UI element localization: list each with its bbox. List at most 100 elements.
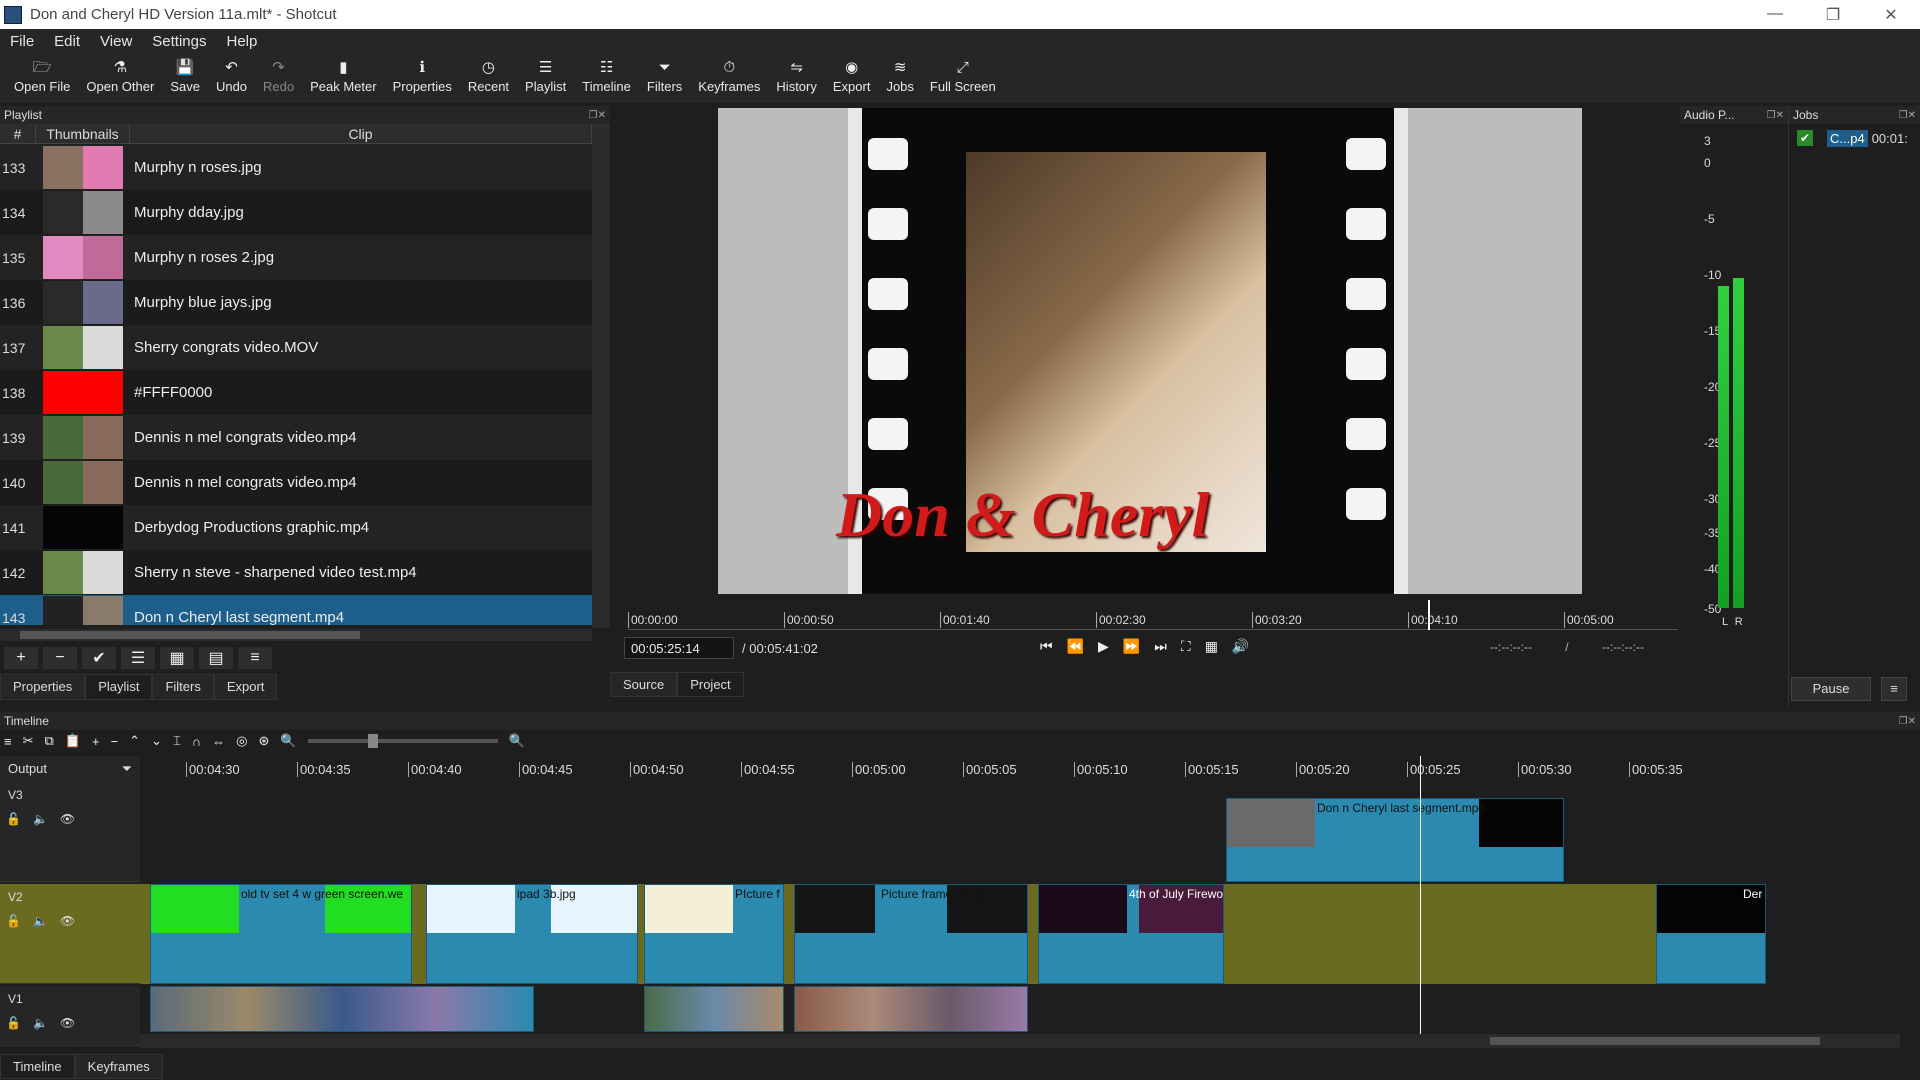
skip-next-icon[interactable]: ⏭ <box>1154 638 1167 655</box>
zoom-icon[interactable]: ⛶ <box>1181 638 1191 655</box>
ripple-delete-icon[interactable]: − <box>111 734 119 749</box>
cut-icon[interactable]: ✂ <box>23 733 34 749</box>
current-time-field[interactable]: 00:05:25:14 <box>624 637 734 659</box>
mute-icon[interactable]: 🔈 <box>33 914 48 928</box>
jobs-panel-close-icon[interactable]: ❐✕ <box>1899 110 1916 121</box>
open-other-button[interactable]: ⚗ Open Other <box>78 53 162 94</box>
tab-filters[interactable]: Filters <box>152 674 214 700</box>
tab-properties[interactable]: Properties <box>0 674 86 700</box>
tab-project[interactable]: Project <box>677 672 744 697</box>
filter-icon[interactable]: ⏷ <box>122 761 132 777</box>
recent-button[interactable]: ◷ Recent <box>460 53 517 94</box>
playlist-row[interactable]: 133 Murphy n roses.jpg <box>0 145 592 190</box>
history-button[interactable]: ⇋ History <box>768 53 824 94</box>
timeline-horizontal-scrollbar[interactable] <box>140 1034 1900 1048</box>
lock-icon[interactable]: 🔓 <box>6 914 21 928</box>
zoom-in-icon[interactable]: 🔍 <box>509 733 525 749</box>
redo-button[interactable]: ↷ Redo <box>255 53 302 94</box>
playlist-row[interactable]: 143 Don n Cheryl last segment.mp4 <box>0 595 592 625</box>
clip-picture-f[interactable]: PIcture f <box>644 884 784 984</box>
playlist-row[interactable]: 142 Sherry n steve - sharpened video test… <box>0 550 592 595</box>
timeline-ruler[interactable]: 00:04:30 00:04:35 00:04:40 00:04:45 00:04:50… <box>140 756 1766 782</box>
tab-timeline[interactable]: Timeline <box>0 1054 75 1079</box>
timeline-button[interactable]: ☷ Timeline <box>574 53 639 94</box>
clip-picture-frame-21[interactable]: Picture frame 21.jpg <box>794 884 1028 984</box>
menu-icon[interactable]: ≡ <box>238 647 272 669</box>
tab-keyframes[interactable]: Keyframes <box>74 1054 163 1079</box>
lock-icon[interactable]: 🔓 <box>6 812 21 826</box>
save-button[interactable]: 💾 Save <box>162 53 208 94</box>
visibility-icon[interactable]: 👁 <box>60 1016 75 1030</box>
playlist-row[interactable]: 141 Derbydog Productions graphic.mp4 <box>0 505 592 550</box>
remove-icon[interactable]: − <box>43 647 77 669</box>
tab-playlist[interactable]: Playlist <box>85 674 153 700</box>
clip-derbydog[interactable]: Der <box>1656 884 1766 984</box>
keyframes-button[interactable]: ⏱ Keyframes <box>690 53 768 94</box>
peak-meter-button[interactable]: ▮ Peak Meter <box>302 53 384 94</box>
append-icon[interactable]: + <box>92 734 100 749</box>
ripple-icon[interactable]: ◎ <box>236 733 247 749</box>
track-header-v2[interactable]: V2 🔓 🔈 👁 <box>0 884 140 984</box>
split-icon[interactable]: ⌶ <box>173 733 181 749</box>
tiles-view-icon[interactable]: ▦ <box>160 647 194 669</box>
rewind-icon[interactable]: ⏪ <box>1067 638 1084 655</box>
filters-button[interactable]: ⏷ Filters <box>639 53 690 94</box>
clip-photo-sequence-1[interactable] <box>150 986 534 1032</box>
copy-icon[interactable]: ⧉ <box>45 733 54 749</box>
timeline-menu-icon[interactable]: ≡ <box>4 734 12 749</box>
column-clip[interactable]: Clip <box>130 124 592 143</box>
clip-photo-sequence-3[interactable] <box>794 986 1028 1032</box>
playlist-row[interactable]: 136 Murphy blue jays.jpg <box>0 280 592 325</box>
menu-view[interactable]: View <box>90 33 142 50</box>
lift-icon[interactable]: ⌃ <box>129 733 140 749</box>
mute-icon[interactable]: 🔈 <box>33 812 48 826</box>
full-screen-button[interactable]: ⤢ Full Screen <box>922 53 1004 94</box>
menu-settings[interactable]: Settings <box>142 33 216 50</box>
pause-jobs-button[interactable]: Pause <box>1791 677 1871 701</box>
volume-icon[interactable]: 🔊 <box>1232 638 1249 655</box>
track-header-v3[interactable]: V3 🔓 🔈 👁 <box>0 782 140 882</box>
clip-photo-sequence-2[interactable] <box>644 986 784 1032</box>
zoom-slider[interactable] <box>307 734 498 748</box>
playlist-button[interactable]: ☰ Playlist <box>517 53 574 94</box>
jobs-menu-icon[interactable]: ≡ <box>1881 677 1907 701</box>
close-button[interactable]: ✕ <box>1862 5 1920 25</box>
timeline-playhead[interactable] <box>1420 756 1421 1046</box>
maximize-button[interactable]: ❐ <box>1804 5 1862 25</box>
clip-don-cheryl[interactable]: Don n Cheryl last segment.mp4 <box>1226 798 1564 882</box>
grid-icon[interactable]: ▦ <box>1205 638 1218 655</box>
icons-view-icon[interactable]: ▤ <box>199 647 233 669</box>
export-button[interactable]: ◉ Export <box>825 53 879 94</box>
lock-icon[interactable]: 🔓 <box>6 1016 21 1030</box>
playlist-row[interactable]: 137 Sherry congrats video.MOV <box>0 325 592 370</box>
zoom-out-icon[interactable]: 🔍 <box>280 733 296 749</box>
visibility-icon[interactable]: 👁 <box>60 812 75 826</box>
tab-export[interactable]: Export <box>213 674 278 700</box>
playlist-row[interactable]: 140 Dennis n mel congrats video.mp4 <box>0 460 592 505</box>
mute-icon[interactable]: 🔈 <box>33 1016 48 1030</box>
ripple-all-icon[interactable]: ⊛ <box>258 733 269 749</box>
column-number[interactable]: # <box>0 124 36 143</box>
viewer-ruler[interactable]: 00:00:00 00:00:50 00:01:40 00:02:30 00:03:20… <box>628 600 1678 630</box>
playlist-row[interactable]: 138 #FFFF0000 <box>0 370 592 415</box>
overwrite-icon[interactable]: ⌄ <box>151 733 162 749</box>
undo-button[interactable]: ↶ Undo <box>208 53 255 94</box>
playlist-horizontal-scrollbar[interactable] <box>0 629 592 641</box>
track-header-v1[interactable]: V1 🔓 🔈 👁 <box>0 986 140 1046</box>
timeline-panel-close-icon[interactable]: ❐✕ <box>1899 716 1916 727</box>
panel-float-close-icon[interactable]: ❐✕ <box>589 110 606 121</box>
menu-edit[interactable]: Edit <box>44 33 90 50</box>
scrub-icon[interactable]: ⇔ <box>212 734 225 749</box>
audio-panel-close-icon[interactable]: ❐✕ <box>1767 110 1784 121</box>
add-icon[interactable]: + <box>4 647 38 669</box>
playlist-row[interactable]: 139 Dennis n mel congrats video.mp4 <box>0 415 592 460</box>
open-file-button[interactable]: 🗁 Open File <box>6 53 78 94</box>
playlist-row[interactable]: 134 Murphy dday.jpg <box>0 190 592 235</box>
video-preview[interactable]: Don & Cheryl <box>718 108 1582 594</box>
properties-button[interactable]: ℹ Properties <box>385 53 460 94</box>
tab-source[interactable]: Source <box>610 672 678 697</box>
play-icon[interactable]: ▶ <box>1098 638 1109 655</box>
jobs-button[interactable]: ≋ Jobs <box>878 53 921 94</box>
playlist-vertical-scrollbar[interactable] <box>592 128 610 628</box>
skip-previous-icon[interactable]: ⏮ <box>1040 638 1053 655</box>
